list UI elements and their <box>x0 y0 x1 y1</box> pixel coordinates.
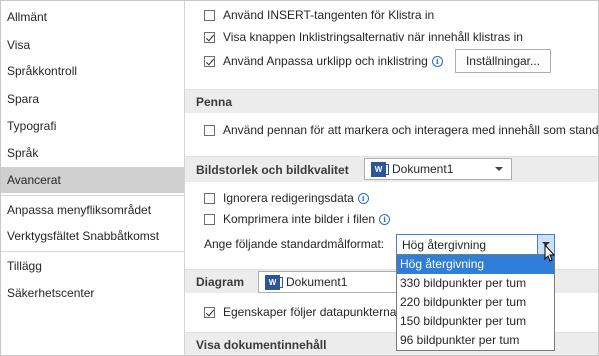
option-label: Använd Anpassa urklipp och inklistring <box>223 54 428 68</box>
sidebar-item-spara[interactable]: Spara <box>1 86 184 112</box>
section-title: Bildstorlek och bildkvalitet <box>196 163 349 177</box>
selected-document: Dokument1 <box>392 162 454 176</box>
resolution-option[interactable]: 96 bildpunkter per tum <box>397 331 554 350</box>
option-paste-options[interactable]: Visa knappen Inklistringsalternativ när … <box>204 27 523 47</box>
option-label: Komprimera inte bilder i filen <box>223 212 376 226</box>
sidebar-item-allmant[interactable]: Allmänt <box>1 4 184 30</box>
options-main-panel: Använd INSERT-tangenten för Klistra in V… <box>185 1 598 355</box>
word-document-icon: W <box>265 274 283 290</box>
resolution-selected-value: Hög återgivning <box>402 238 487 252</box>
checkbox-use-pen[interactable] <box>204 124 215 136</box>
sidebar-item-sakerhetscenter[interactable]: Säkerhetscenter <box>1 280 184 306</box>
sidebar-item-tillagg[interactable]: Tillägg <box>1 253 184 279</box>
checkbox-paste-options[interactable] <box>204 31 215 43</box>
checkbox-no-compress[interactable] <box>204 213 215 225</box>
sidebar-divider <box>1 195 184 196</box>
info-icon[interactable]: i <box>431 55 443 67</box>
selected-document: Dokument1 <box>286 275 348 289</box>
resolution-select[interactable]: Hög återgivning <box>396 234 555 255</box>
option-properties-follow[interactable]: Egenskaper följer datapunkterna <box>204 302 396 322</box>
checkbox-properties-follow[interactable] <box>204 306 215 318</box>
settings-button[interactable]: Inställningar... <box>455 49 551 73</box>
section-title: Diagram <box>196 275 245 289</box>
option-label: Använd pennan för att markera och intera… <box>223 123 598 137</box>
default-resolution-label: Ange följande standardmålformat: <box>204 237 385 251</box>
info-icon[interactable]: i <box>379 213 391 225</box>
option-smart-cut[interactable]: Använd Anpassa urklipp och inklistring i <box>204 51 443 71</box>
option-discard-edit[interactable]: Ignorera redigeringsdata i <box>204 188 369 208</box>
resolution-option[interactable]: 150 bildpunkter per tum <box>397 312 554 331</box>
option-label: Egenskaper följer datapunkterna <box>223 305 397 319</box>
mouse-cursor-icon <box>544 244 556 262</box>
chart-document-select[interactable]: W Dokument1 <box>258 271 408 293</box>
option-insert-key[interactable]: Använd INSERT-tangenten för Klistra in <box>204 5 434 25</box>
sidebar-item-typografi[interactable]: Typografi <box>1 113 184 139</box>
info-icon[interactable]: i <box>357 192 369 204</box>
option-no-compress[interactable]: Komprimera inte bilder i filen i <box>204 209 391 229</box>
sidebar-divider <box>1 251 184 252</box>
resolution-option[interactable]: 220 bildpunkter per tum <box>397 293 554 312</box>
chevron-down-icon <box>495 167 503 171</box>
option-label: Visa knappen Inklistringsalternativ när … <box>223 30 523 44</box>
sidebar-item-sprakkontroll[interactable]: Språkkontroll <box>1 58 184 84</box>
resolution-option[interactable]: 330 bildpunkter per tum <box>397 274 554 293</box>
resolution-option[interactable]: Hög återgivning <box>397 255 554 274</box>
sidebar-item-avancerat[interactable]: Avancerat <box>1 167 184 193</box>
checkbox-smart-cut[interactable] <box>204 55 215 67</box>
sidebar-item-anpassa-menyfliksomradet[interactable]: Anpassa menyfliksområdet <box>1 197 184 223</box>
option-use-pen[interactable]: Använd pennan för att markera och intera… <box>204 120 598 140</box>
checkbox-insert-key[interactable] <box>204 9 215 21</box>
resolution-options-list: Hög återgivning 330 bildpunkter per tum … <box>396 254 555 351</box>
section-header-penna: Penna <box>185 89 598 113</box>
sidebar-item-verktygsfaltet[interactable]: Verktygsfältet Snabbåtkomst <box>1 223 184 249</box>
sidebar-item-sprak[interactable]: Språk <box>1 140 184 166</box>
options-sidebar: Allmänt Visa Språkkontroll Spara Typogra… <box>1 1 185 355</box>
checkbox-discard-edit[interactable] <box>204 192 215 204</box>
image-document-select[interactable]: W Dokument1 <box>364 158 512 180</box>
sidebar-item-visa[interactable]: Visa <box>1 32 184 58</box>
option-label: Använd INSERT-tangenten för Klistra in <box>223 8 435 22</box>
word-document-icon: W <box>371 161 389 177</box>
word-options-window: Allmänt Visa Språkkontroll Spara Typogra… <box>0 0 599 356</box>
option-label: Ignorera redigeringsdata <box>223 191 354 205</box>
